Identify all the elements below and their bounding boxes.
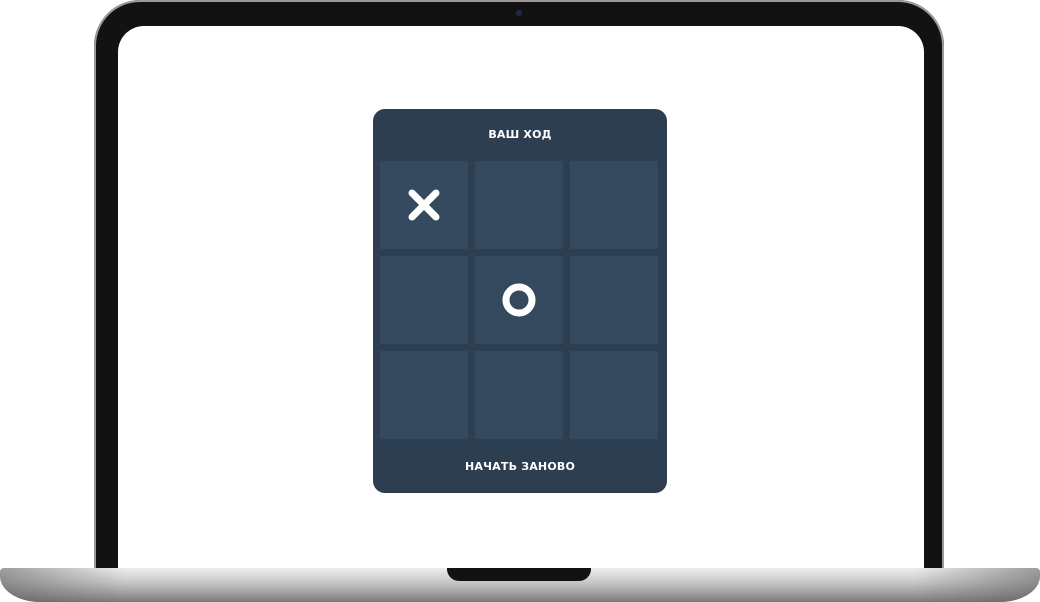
board-cell-7[interactable] xyxy=(380,351,468,439)
board-cell-9[interactable] xyxy=(570,351,658,439)
camera-icon xyxy=(516,10,522,16)
restart-button[interactable]: НАЧАТЬ ЗАНОВО xyxy=(373,441,667,493)
board-cell-5[interactable] xyxy=(475,256,563,344)
board-cell-1[interactable] xyxy=(380,161,468,249)
o-mark-icon xyxy=(502,283,536,317)
turn-status: ВАШ ХОД xyxy=(488,128,552,141)
board-cell-8[interactable] xyxy=(475,351,563,439)
laptop-notch xyxy=(447,568,591,581)
board-cell-6[interactable] xyxy=(570,256,658,344)
board-cell-3[interactable] xyxy=(570,161,658,249)
board-cell-2[interactable] xyxy=(475,161,563,249)
board-cell-4[interactable] xyxy=(380,256,468,344)
game-board xyxy=(380,161,660,441)
tic-tac-toe-card: ВАШ ХОД НАЧАТЬ ЗАНОВО xyxy=(373,109,667,493)
laptop-mockup: ВАШ ХОД НАЧАТЬ ЗАНОВО xyxy=(0,0,1040,602)
x-mark-icon xyxy=(408,189,440,221)
